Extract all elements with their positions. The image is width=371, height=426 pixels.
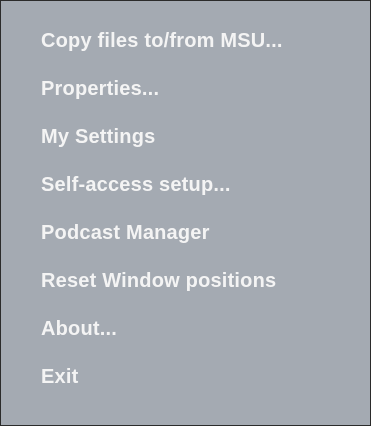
- menu-item-properties[interactable]: Properties...: [1, 65, 370, 113]
- menu-item-reset-window-positions[interactable]: Reset Window positions: [1, 257, 370, 305]
- menu-item-copy-files[interactable]: Copy files to/from MSU...: [1, 17, 370, 65]
- menu-item-self-access-setup[interactable]: Self-access setup...: [1, 161, 370, 209]
- menu-item-my-settings[interactable]: My Settings: [1, 113, 370, 161]
- menu-item-exit[interactable]: Exit: [1, 353, 370, 401]
- menu-item-podcast-manager[interactable]: Podcast Manager: [1, 209, 370, 257]
- menu-item-about[interactable]: About...: [1, 305, 370, 353]
- context-menu: Copy files to/from MSU... Properties... …: [0, 0, 371, 426]
